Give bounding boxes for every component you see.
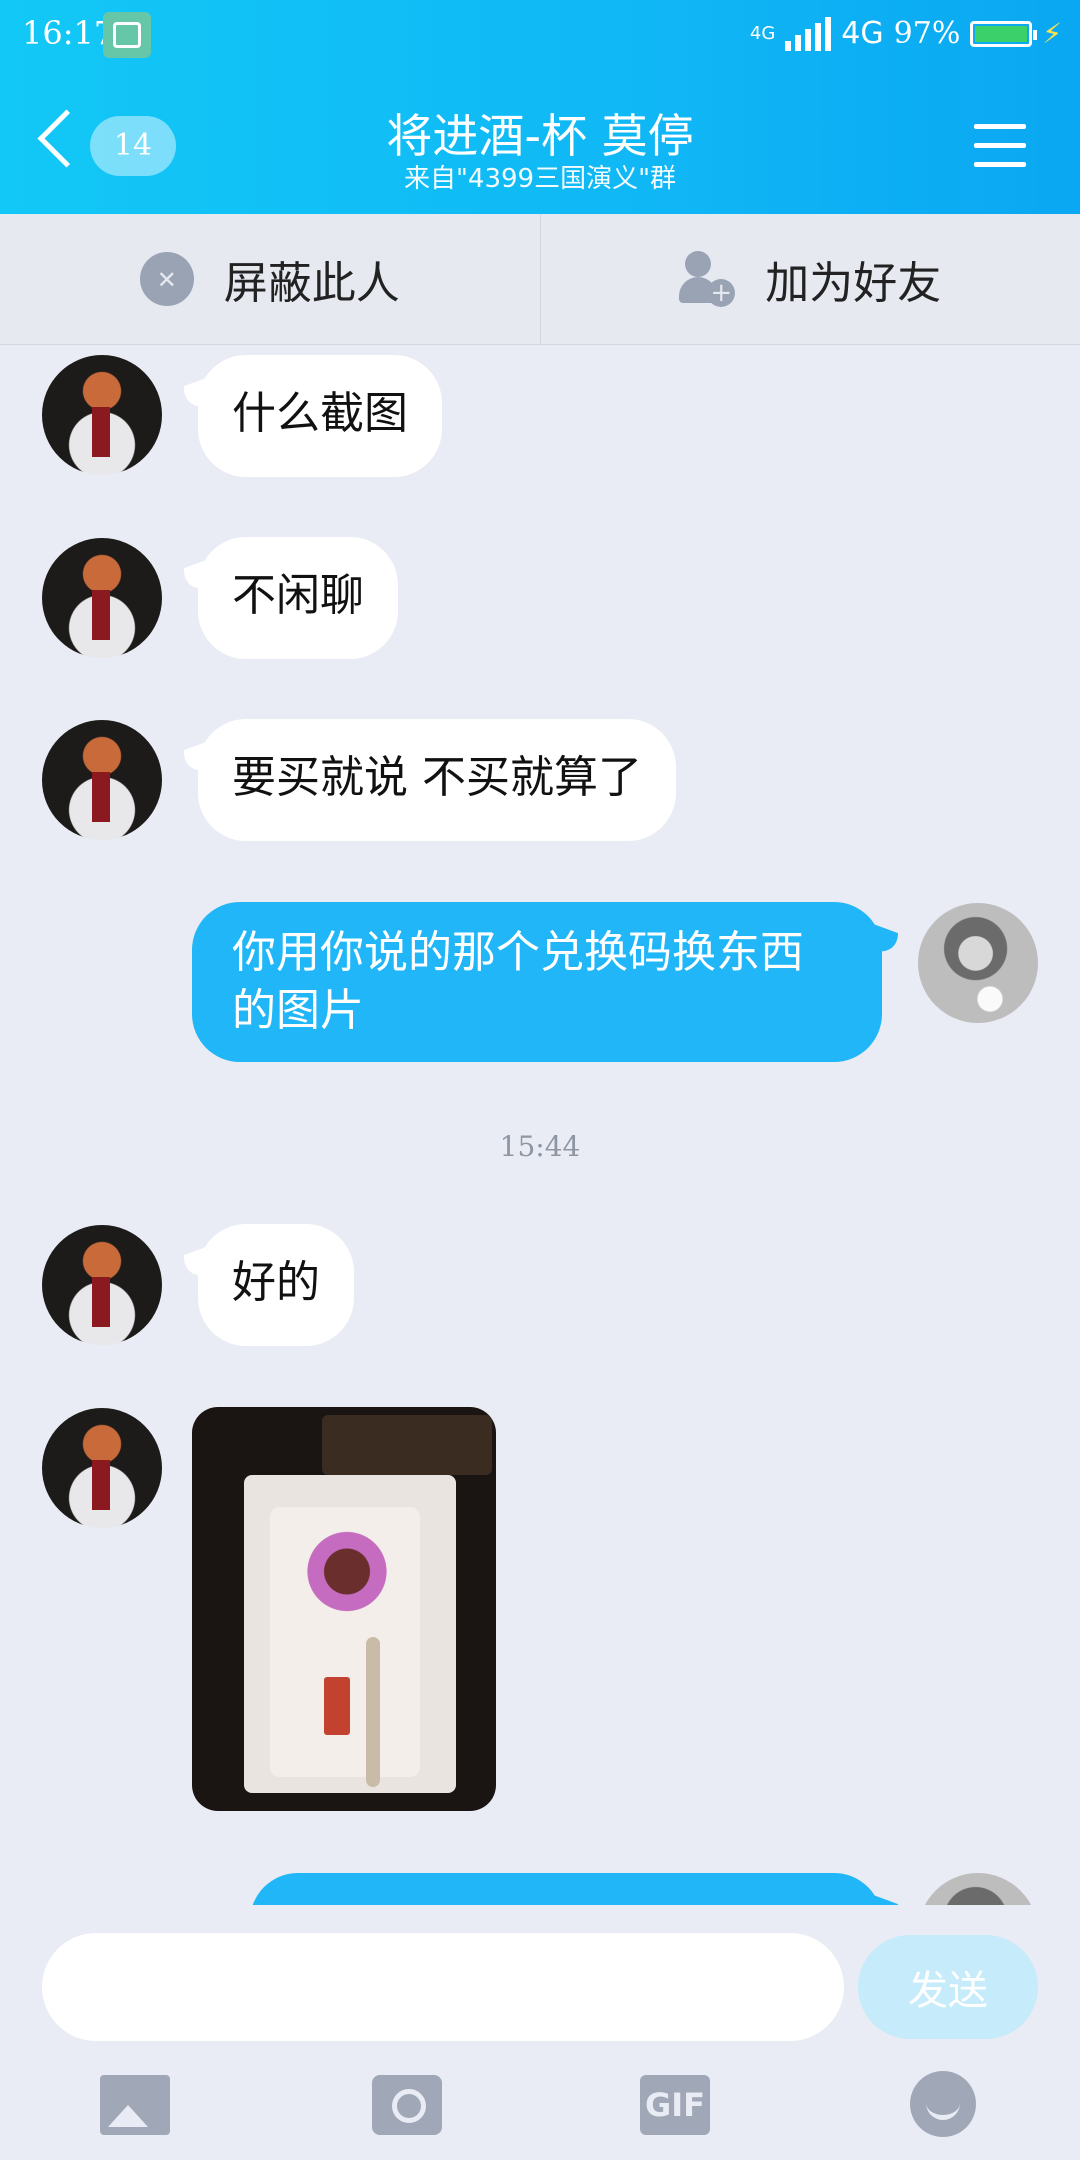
send-button[interactable]: 发送 [858, 1935, 1038, 2039]
add-friend-button[interactable]: + 加为好友 [539, 214, 1080, 344]
message-bubble[interactable]: 你用你说的那个兑换码换东西的图片 [192, 902, 882, 1062]
chat-subtitle: 来自"4399三国演义"群 [403, 164, 677, 194]
screenshot-icon [103, 12, 151, 58]
message-bubble[interactable]: 好的 [198, 1224, 354, 1346]
menu-icon[interactable] [974, 124, 1026, 168]
network-small-label: 4G [749, 22, 776, 44]
contact-avatar[interactable] [42, 538, 162, 658]
composer: 发送 GIF [0, 1905, 1080, 2160]
battery-icon [970, 20, 1038, 47]
message-list[interactable]: 什么截图 不闲聊 要买就说 不买就算了 你用你说的那个兑换码换东西的图片 15:… [0, 345, 1080, 1905]
signal-icon [785, 16, 832, 51]
my-avatar[interactable] [918, 903, 1038, 1023]
contact-avatar[interactable] [42, 1408, 162, 1528]
block-button[interactable]: 屏蔽此人 [0, 214, 540, 344]
network-label: 4G [841, 16, 884, 51]
message-bubble-partial[interactable] [250, 1873, 882, 1905]
status-time: 16:17 [22, 14, 115, 52]
contact-avatar[interactable] [42, 720, 162, 840]
status-bar: 16:17 4G 4G 97% ⚡ [0, 0, 1080, 72]
battery-percent: 97% [893, 16, 961, 51]
status-right: 4G 4G 97% ⚡ [750, 16, 1062, 51]
chat-title: 将进酒-杯 莫停 [386, 109, 694, 163]
photo-detail [322, 1415, 492, 1475]
emoji-icon[interactable] [910, 2071, 976, 2137]
message-bubble[interactable]: 什么截图 [198, 355, 442, 477]
gif-icon[interactable]: GIF [640, 2075, 710, 2135]
camera-icon[interactable] [372, 2075, 442, 2135]
add-friend-icon: + [679, 251, 736, 307]
image-message[interactable] [192, 1407, 496, 1811]
contact-avatar[interactable] [42, 355, 162, 475]
photo-detail [366, 1637, 380, 1787]
image-icon[interactable] [100, 2075, 170, 2135]
message-bubble[interactable]: 不闲聊 [198, 537, 398, 659]
contact-avatar[interactable] [42, 1225, 162, 1345]
block-label: 屏蔽此人 [223, 258, 400, 309]
action-bar: 屏蔽此人 + 加为好友 [0, 214, 1080, 345]
add-friend-label: 加为好友 [765, 258, 942, 309]
composer-toolbar: GIF [0, 2065, 1080, 2160]
message-timestamp: 15:44 [499, 1130, 581, 1163]
photo-detail [324, 1677, 350, 1735]
chat-header: 16:17 4G 4G 97% ⚡ 14 将进酒-杯 莫停 来自"4399三国演… [0, 0, 1080, 214]
message-input[interactable] [42, 1933, 844, 2041]
message-bubble[interactable]: 要买就说 不买就算了 [198, 719, 676, 841]
my-avatar[interactable] [918, 1873, 1038, 1905]
charging-icon: ⚡ [1042, 17, 1062, 50]
photo-character [302, 1511, 392, 1621]
block-icon [139, 252, 194, 306]
